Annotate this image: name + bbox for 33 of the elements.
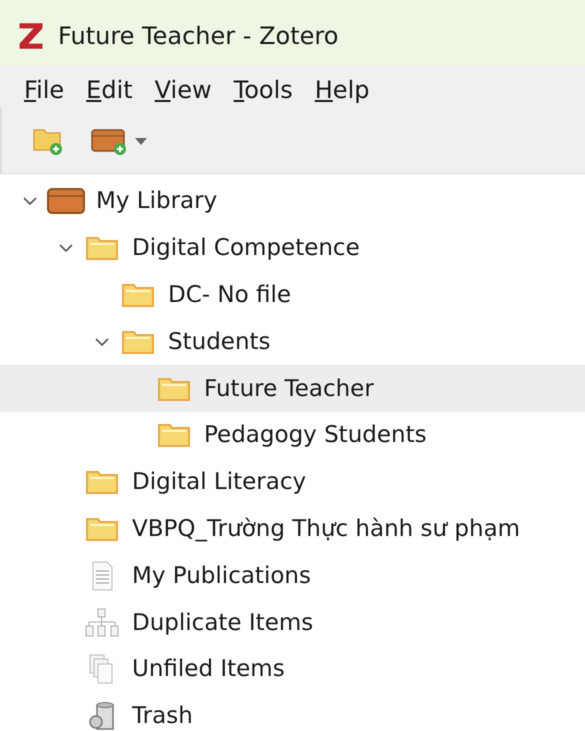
menu-item[interactable]: Help: [314, 76, 370, 104]
tree-item[interactable]: Trash: [0, 692, 585, 731]
caret-icon[interactable]: [134, 136, 148, 146]
tree-item-label: Digital Literacy: [132, 469, 306, 496]
box-icon: [46, 186, 86, 216]
tree-item[interactable]: VBPQ_Trường Thực hành sư phạm: [0, 506, 585, 552]
menu-item[interactable]: File: [24, 76, 64, 104]
tree-item-label: Digital Competence: [132, 235, 360, 262]
tree-item[interactable]: Digital Competence: [0, 224, 585, 272]
tree-item-label: My Library: [96, 188, 218, 214]
menu-item[interactable]: View: [154, 76, 212, 104]
tree-item[interactable]: Digital Literacy: [0, 458, 585, 506]
window-title: Future Teacher - Zotero: [58, 22, 338, 50]
tree-item[interactable]: Unfiled Items: [0, 646, 585, 693]
tree-item[interactable]: Students: [0, 318, 585, 366]
tree-item-label: VBPQ_Trường Thực hành sư phạm: [132, 516, 520, 542]
tree-item-label: Duplicate Items: [132, 610, 314, 636]
tree-item-label: My Publications: [132, 562, 311, 589]
menu-item[interactable]: Edit: [86, 76, 133, 104]
tree-item[interactable]: Duplicate Items: [0, 599, 585, 646]
tree-item-label: Trash: [132, 703, 193, 730]
tree-item[interactable]: DC- No file: [0, 272, 585, 318]
tree-item-label: Unfiled Items: [132, 656, 285, 682]
tree-item-label: DC- No file: [168, 282, 291, 308]
menu-item[interactable]: Tools: [234, 76, 293, 104]
tree-item-label: Future Teacher: [204, 376, 374, 402]
tree-item[interactable]: Pedagogy Students: [0, 412, 585, 459]
tree-item[interactable]: My Library: [0, 178, 585, 225]
logo-icon: [18, 22, 44, 50]
tree-item-label: Students: [168, 328, 271, 355]
tree-item[interactable]: My Publications: [0, 552, 585, 600]
tree-item-label: Pedagogy Students: [204, 422, 427, 448]
tree-item[interactable]: Future Teacher: [0, 365, 585, 412]
